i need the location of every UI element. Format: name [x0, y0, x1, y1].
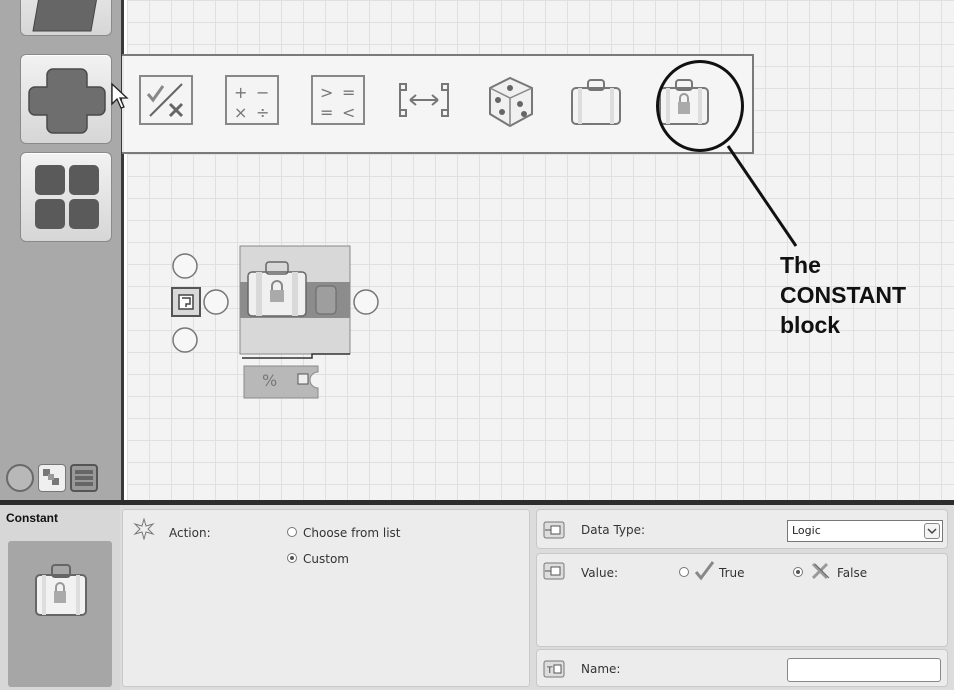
value-label: Value:: [581, 566, 618, 580]
name-section: T Name:: [536, 649, 948, 687]
configuration-panel: Constant Action: Choose from list Custom: [0, 505, 954, 690]
config-block-icon-box: [8, 541, 112, 687]
annotation-line-2: CONSTANT: [780, 282, 907, 308]
data-type-value: Logic: [792, 524, 821, 537]
annotation-label: The CONSTANT block: [780, 250, 940, 340]
false-radio[interactable]: [793, 567, 803, 577]
cross-mark-icon: [811, 562, 830, 580]
checkmark-icon: [694, 561, 715, 581]
true-radio[interactable]: [679, 567, 689, 577]
star-burst-icon: [133, 518, 155, 540]
name-input[interactable]: [787, 658, 941, 682]
svg-text:T: T: [546, 666, 553, 676]
action-label: Action:: [169, 526, 211, 540]
data-type-dropdown[interactable]: Logic: [787, 520, 943, 542]
name-label: Name:: [581, 662, 621, 676]
chevron-down-icon[interactable]: [924, 523, 940, 539]
choose-from-list-label: Choose from list: [303, 526, 401, 540]
custom-label: Custom: [303, 552, 349, 566]
data-type-section: Data Type: Logic: [536, 509, 948, 549]
annotation-line-1: The: [780, 252, 821, 278]
locked-suitcase-icon: [35, 564, 87, 616]
false-label: False: [837, 566, 868, 580]
action-section: Action: Choose from list Custom: [122, 509, 530, 687]
text-field-icon: T: [543, 660, 565, 678]
custom-radio[interactable]: [287, 553, 297, 563]
annotation-line-3: block: [780, 312, 841, 338]
config-block-summary: Constant: [0, 505, 120, 690]
true-label: True: [719, 566, 745, 580]
value-section: Value: True False: [536, 553, 948, 647]
config-title: Constant: [6, 511, 58, 525]
data-plug-icon: [543, 562, 565, 580]
data-type-label: Data Type:: [581, 523, 646, 537]
choose-from-list-radio[interactable]: [287, 527, 297, 537]
data-plug-icon: [543, 521, 565, 539]
